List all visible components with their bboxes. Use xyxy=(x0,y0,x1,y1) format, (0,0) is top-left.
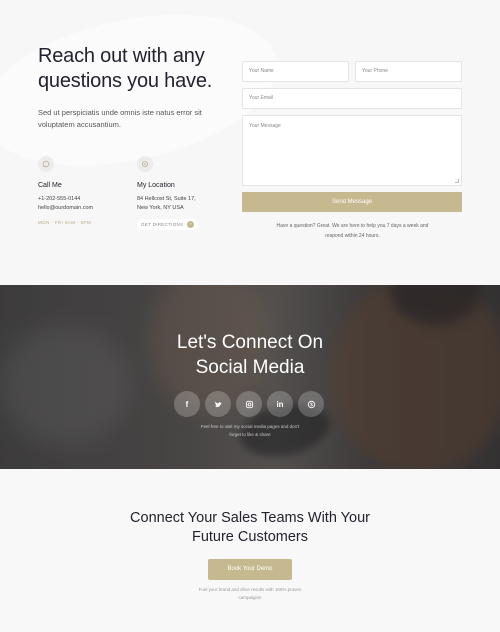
page-title: Reach out with any questions you have. xyxy=(38,45,213,92)
instagram-icon[interactable] xyxy=(236,391,262,417)
social-banner: Let's Connect On Social Media f in Feel … xyxy=(0,285,500,469)
phone-link[interactable]: +1-202-555-0144 xyxy=(38,195,133,204)
message-textarea[interactable]: Your Message xyxy=(242,115,462,186)
social-heading: Let's Connect On Social Media xyxy=(176,332,324,378)
phone-input[interactable]: Your Phone xyxy=(355,61,462,82)
linkedin-icon[interactable]: in xyxy=(267,391,293,417)
message-placeholder: Your Message xyxy=(249,123,281,129)
call-info: Call Me +1-202-555-0144 hello@ourdomain.… xyxy=(38,156,133,225)
resize-handle[interactable] xyxy=(455,179,459,183)
social-subtext: Feel free to visit my social media pages… xyxy=(200,424,300,437)
business-hours: MON - FRI 8AM - 5PM xyxy=(38,220,92,225)
location-pin-icon xyxy=(137,156,153,172)
location-title: My Location xyxy=(137,182,175,189)
email-link[interactable]: hello@ourdomain.com xyxy=(38,204,133,213)
name-input[interactable]: Your Name xyxy=(242,61,349,82)
facebook-icon[interactable]: f xyxy=(174,391,200,417)
name-placeholder: Your Name xyxy=(249,68,274,74)
send-message-button[interactable]: Send Message xyxy=(242,192,462,212)
location-info: My Location 84 Hellcost St, Suite 17, Ne… xyxy=(137,156,232,231)
call-title: Call Me xyxy=(38,182,62,189)
get-directions-label: GET DIRECTIONS xyxy=(141,222,184,227)
email-placeholder: Your Email xyxy=(249,95,273,101)
skype-icon[interactable] xyxy=(298,391,324,417)
get-directions-button[interactable]: GET DIRECTIONS › xyxy=(137,219,199,230)
arrow-right-icon: › xyxy=(187,221,195,228)
cta-heading: Connect Your Sales Teams With Your Futur… xyxy=(130,510,370,545)
email-input[interactable]: Your Email xyxy=(242,88,462,109)
address-line-2: New York, NY USA xyxy=(137,205,184,211)
cta-section: Connect Your Sales Teams With Your Futur… xyxy=(0,469,500,632)
whatsapp-icon xyxy=(38,156,54,172)
twitter-icon[interactable] xyxy=(205,391,231,417)
phone-placeholder: Your Phone xyxy=(362,68,388,74)
intro-text: Sed ut perspiciatis unde omnis iste natu… xyxy=(38,108,202,129)
response-note: Have a question? Great. We are here to h… xyxy=(276,223,429,239)
cta-subtext: Fuel your brand and drive results with 1… xyxy=(198,587,302,600)
contact-section: Reach out with any questions you have. S… xyxy=(0,0,500,285)
social-icons: f in xyxy=(174,391,324,417)
book-demo-button[interactable]: Book Your Demo xyxy=(208,559,292,580)
address-line-1: 84 Hellcost St, Suite 17, xyxy=(137,196,196,202)
